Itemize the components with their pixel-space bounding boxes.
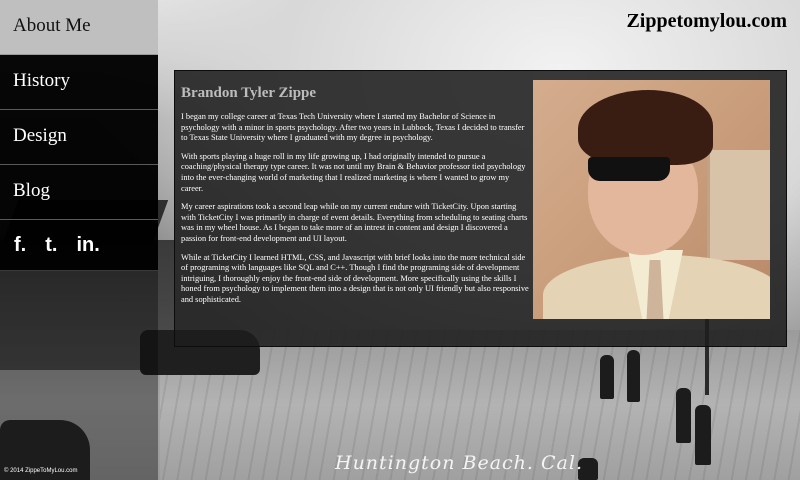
about-content: Brandon Tyler Zippe I began my college c… bbox=[181, 85, 531, 314]
about-panel: Brandon Tyler Zippe I began my college c… bbox=[174, 70, 787, 347]
background-person bbox=[627, 350, 640, 402]
background-person bbox=[695, 405, 711, 465]
background-person bbox=[676, 388, 691, 443]
about-name-heading: Brandon Tyler Zippe bbox=[181, 85, 317, 101]
site-brand[interactable]: Zippetomylou.com bbox=[626, 10, 787, 33]
copyright-text: © 2014 ZippeToMyLou.com bbox=[4, 468, 78, 474]
nav-item-blog[interactable]: Blog bbox=[0, 165, 158, 220]
bio-paragraph: My career aspirations took a second leap… bbox=[181, 202, 528, 243]
background-person bbox=[600, 355, 614, 399]
background-caption: Huntington Beach. Cal. bbox=[335, 452, 583, 474]
social-links: f. t. in. bbox=[0, 220, 158, 271]
nav-item-about-me[interactable]: About Me bbox=[0, 0, 158, 55]
photo-sunglasses bbox=[588, 157, 670, 181]
nav-item-design[interactable]: Design bbox=[0, 110, 158, 165]
photo-background-window bbox=[707, 150, 770, 260]
bio-paragraph: While at TicketCity I learned HTML, CSS,… bbox=[181, 252, 529, 304]
sidebar-overlay bbox=[0, 270, 158, 480]
about-bio: I began my college career at Texas Tech … bbox=[181, 112, 531, 306]
photo-hair bbox=[578, 90, 713, 165]
bio-paragraph: I began my college career at Texas Tech … bbox=[181, 112, 525, 143]
linkedin-icon[interactable]: in. bbox=[76, 234, 99, 257]
nav-item-history[interactable]: History bbox=[0, 55, 158, 110]
facebook-icon[interactable]: f. bbox=[14, 234, 26, 257]
twitter-icon[interactable]: t. bbox=[45, 234, 57, 257]
profile-photo bbox=[533, 80, 770, 319]
bio-paragraph: With sports playing a huge roll in my li… bbox=[181, 151, 526, 193]
